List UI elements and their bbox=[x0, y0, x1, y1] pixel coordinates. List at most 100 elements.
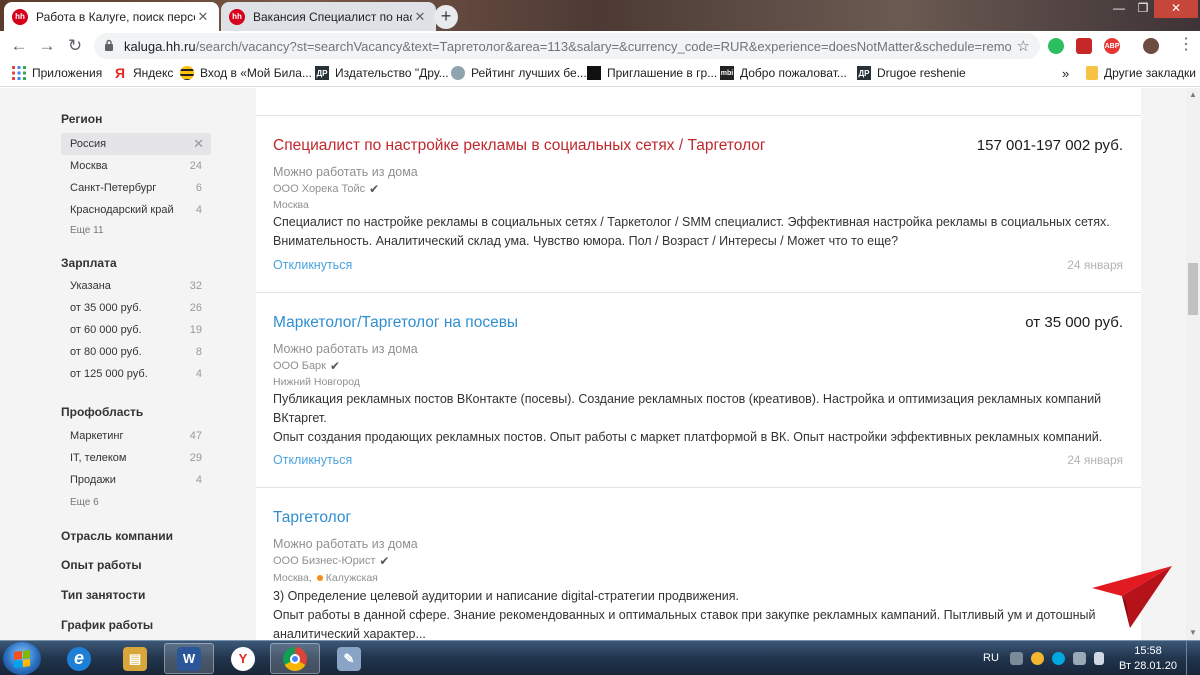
drugoe-icon: ДР bbox=[857, 66, 871, 80]
adblock-icon[interactable]: ABP bbox=[1104, 38, 1120, 54]
filter-item-marketing[interactable]: Маркетинг 47 bbox=[61, 425, 211, 447]
bookmark-invite[interactable]: Приглашение в гр... bbox=[587, 66, 717, 80]
vacancy-salary: от 35 000 руб. bbox=[1025, 314, 1123, 331]
paper-plane-icon[interactable] bbox=[1092, 566, 1172, 628]
clock-date: Вт 28.01.20 bbox=[1119, 660, 1177, 672]
filter-item-moscow[interactable]: Москва 24 bbox=[61, 155, 211, 177]
description-line: 3) Определение целевой аудитории и напис… bbox=[273, 589, 739, 603]
filter-item-salary-125000[interactable]: от 125 000 руб. 4 bbox=[61, 363, 211, 385]
windows-taskbar: e ▤ W Y ✎ RU 15:58 Вт 28.01.20 bbox=[0, 640, 1200, 675]
filter-item-it[interactable]: IT, телеком 29 bbox=[61, 447, 211, 469]
vacancy-title-link[interactable]: Маркетолог/Таргетолог на посевы bbox=[273, 314, 518, 332]
tray-app-icon[interactable] bbox=[1010, 652, 1023, 665]
filters-sidebar: Регион Россия ✕ Москва 24 Санкт-Петербур… bbox=[46, 88, 228, 640]
tab-close-icon[interactable]: ✕ bbox=[195, 9, 211, 25]
tab-close-icon[interactable]: ✕ bbox=[412, 9, 428, 25]
city-name: Москва, bbox=[273, 572, 312, 584]
bookmarks-more-button[interactable]: » bbox=[1062, 66, 1069, 81]
taskbar-yandex-browser[interactable]: Y bbox=[218, 643, 268, 674]
taskbar-ie[interactable]: e bbox=[54, 643, 104, 674]
filter-experience-toggle[interactable]: Опыт работы bbox=[61, 558, 142, 572]
filter-item-salary-specified[interactable]: Указана 32 bbox=[61, 275, 211, 297]
scroll-up-icon[interactable]: ▲ bbox=[1186, 88, 1200, 102]
vacancy-company[interactable]: ООО Барк ✔ bbox=[273, 359, 340, 373]
tab-inactive[interactable]: hh Вакансия Специалист по настро ✕ bbox=[221, 2, 436, 31]
show-desktop-button[interactable] bbox=[1186, 641, 1200, 675]
bookmark-star-icon[interactable]: ☆ bbox=[1017, 37, 1030, 55]
start-button[interactable] bbox=[3, 642, 41, 675]
taskbar-word[interactable]: W bbox=[164, 643, 214, 674]
filter-item-label: от 60 000 руб. bbox=[70, 324, 142, 336]
vacancy-card: Специалист по настройке рекламы в социал… bbox=[256, 117, 1141, 293]
vacancy-remote-label: Можно работать из дома bbox=[273, 165, 418, 179]
city-name: Нижний Новгород bbox=[273, 376, 360, 388]
vacancy-company[interactable]: ООО Хорека Тойс ✔ bbox=[273, 182, 379, 196]
chrome-menu-icon[interactable]: ⋮ bbox=[1178, 37, 1194, 53]
filter-item-salary-60000[interactable]: от 60 000 руб. 19 bbox=[61, 319, 211, 341]
vacancy-title-link[interactable]: Таргетолог bbox=[273, 509, 351, 527]
filter-item-spb[interactable]: Санкт-Петербург 6 bbox=[61, 177, 211, 199]
bookmark-welcome[interactable]: mbi Добро пожаловат... bbox=[720, 66, 847, 80]
filter-more-link[interactable]: Еще 6 bbox=[61, 497, 211, 508]
scroll-thumb[interactable] bbox=[1188, 263, 1198, 315]
bookmark-other[interactable]: Другие закладки bbox=[1086, 66, 1196, 80]
bookmark-label: Приложения bbox=[32, 66, 103, 80]
language-indicator[interactable]: RU bbox=[983, 652, 999, 664]
address-bar[interactable]: kaluga.hh.ru /search/vacancy?st=searchVa… bbox=[94, 33, 1040, 59]
page-scrollbar[interactable]: ▲ ▼ bbox=[1186, 88, 1200, 640]
window-close-button[interactable]: ✕ bbox=[1154, 0, 1198, 18]
beeline-icon bbox=[180, 66, 194, 80]
network-icon[interactable] bbox=[1073, 652, 1086, 665]
url-path: /search/vacancy?st=searchVacancy&text=Та… bbox=[195, 38, 1011, 54]
apply-link[interactable]: Откликнуться bbox=[273, 258, 352, 272]
vacancy-company[interactable]: ООО Бизнес-Юрист ✔ bbox=[273, 554, 389, 568]
bookmark-rating[interactable]: Рейтинг лучших бе... bbox=[451, 66, 587, 80]
evernote-icon[interactable] bbox=[1048, 38, 1064, 54]
profile-avatar[interactable] bbox=[1143, 38, 1159, 54]
bookmark-label: Издательство "Дру... bbox=[335, 66, 449, 80]
bookmark-beeline[interactable]: Вход в «Мой Била... bbox=[180, 66, 312, 80]
filter-more-link[interactable]: Еще 11 bbox=[61, 225, 211, 236]
filter-item-salary-35000[interactable]: от 35 000 руб. 26 bbox=[61, 297, 211, 319]
description-line: Опыт работы в данной сфере. Знание реком… bbox=[273, 608, 1096, 622]
filter-industry-toggle[interactable]: Отрасль компании bbox=[61, 529, 173, 543]
bookmark-label: Drugoe reshenie bbox=[877, 66, 966, 80]
tray-flower-icon[interactable] bbox=[1031, 652, 1044, 665]
taskbar-chrome[interactable] bbox=[270, 643, 320, 674]
filter-schedule-toggle[interactable]: График работы bbox=[61, 618, 153, 632]
vacancy-title-link[interactable]: Специалист по настройке рекламы в социал… bbox=[273, 137, 766, 155]
remove-filter-icon[interactable]: ✕ bbox=[193, 133, 204, 155]
mbi-icon: mbi bbox=[720, 66, 734, 80]
browser-toolbar: ← → ↻ kaluga.hh.ru /search/vacancy?st=se… bbox=[0, 31, 1200, 61]
system-clock[interactable]: 15:58 Вт 28.01.20 bbox=[1118, 644, 1178, 674]
filter-item-label: Санкт-Петербург bbox=[70, 182, 157, 194]
filter-employment-toggle[interactable]: Тип занятости bbox=[61, 588, 145, 602]
volume-icon[interactable] bbox=[1094, 652, 1104, 665]
tab-active[interactable]: hh Работа в Калуге, поиск персона ✕ bbox=[4, 2, 219, 31]
bookmark-drugoe-publisher[interactable]: ДР Издательство "Дру... bbox=[315, 66, 449, 80]
bookmark-apps[interactable]: Приложения bbox=[12, 66, 102, 80]
taskbar-paint[interactable]: ✎ bbox=[324, 643, 374, 674]
cutter-icon[interactable] bbox=[1076, 38, 1092, 54]
reload-icon[interactable]: ↻ bbox=[64, 35, 86, 57]
bookmark-yandex[interactable]: Я Яндекс bbox=[113, 65, 173, 81]
tab-title: Вакансия Специалист по настро bbox=[253, 9, 412, 24]
back-arrow-icon[interactable]: ← bbox=[8, 35, 30, 57]
filter-group-title: Регион bbox=[61, 112, 103, 126]
vacancy-salary: 157 001-197 002 руб. bbox=[976, 137, 1123, 154]
filter-item-russia[interactable]: Россия ✕ bbox=[61, 133, 211, 155]
filter-item-krasnodar[interactable]: Краснодарский край 4 bbox=[61, 199, 211, 221]
forward-arrow-icon[interactable]: → bbox=[36, 35, 58, 57]
filter-item-sales[interactable]: Продажи 4 bbox=[61, 469, 211, 491]
skype-icon[interactable] bbox=[1052, 652, 1065, 665]
hh-favicon-icon: hh bbox=[229, 8, 245, 25]
scroll-down-icon[interactable]: ▼ bbox=[1186, 626, 1200, 640]
filter-item-salary-80000[interactable]: от 80 000 руб. 8 bbox=[61, 341, 211, 363]
filter-item-count: 6 bbox=[195, 182, 202, 194]
apply-link[interactable]: Откликнуться bbox=[273, 453, 352, 467]
paint-icon: ✎ bbox=[337, 646, 361, 671]
list-header-strip bbox=[256, 88, 1141, 116]
taskbar-explorer[interactable]: ▤ bbox=[110, 643, 160, 674]
bookmark-drugoe-reshenie[interactable]: ДР Drugoe reshenie bbox=[857, 66, 966, 80]
new-tab-button[interactable]: + bbox=[434, 5, 458, 29]
